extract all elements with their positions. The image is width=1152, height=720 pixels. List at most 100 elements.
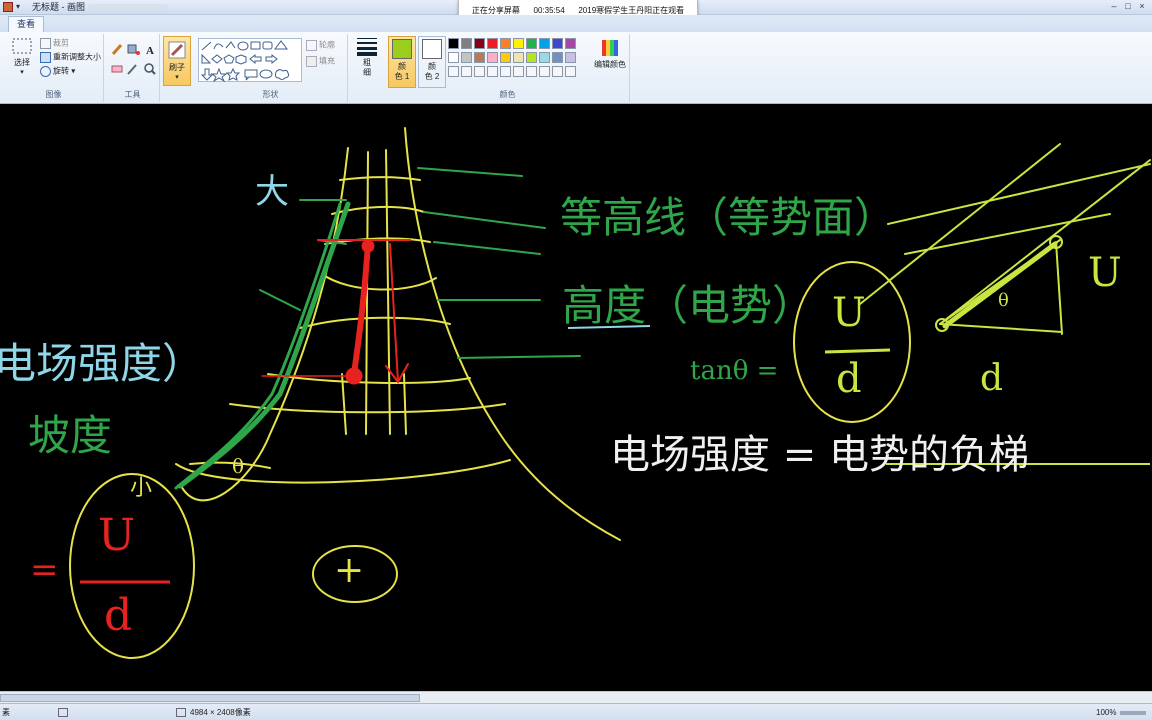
- select-dropdown-icon: ▾: [20, 69, 24, 76]
- resize-button[interactable]: 重新调整大小: [40, 52, 101, 63]
- color1-label-1: 颜: [398, 62, 406, 71]
- color2-swatch: [422, 39, 442, 59]
- note-plus: +: [334, 550, 365, 591]
- quick-access-dropdown-icon[interactable]: ▾: [16, 2, 25, 12]
- size-button[interactable]: 粗 细: [352, 36, 382, 86]
- tools-group-label: 工具: [124, 90, 141, 99]
- palette-empty-swatch[interactable]: [539, 66, 550, 77]
- select-label: 选择: [14, 58, 30, 67]
- shapes-group: 轮廓 填充 形状: [194, 34, 348, 102]
- palette-swatch[interactable]: [526, 52, 537, 63]
- note-small: 小: [130, 476, 153, 501]
- palette-empty-swatch[interactable]: [461, 66, 472, 77]
- ribbon-tab-row: 查看: [0, 15, 1152, 32]
- brushes-label: 刷子: [169, 63, 185, 72]
- note-field-left: 电场强度）: [0, 339, 205, 388]
- magnifier-icon: [144, 63, 156, 75]
- palette-swatch[interactable]: [448, 38, 459, 49]
- palette-swatch[interactable]: [552, 38, 563, 49]
- left-equals: =: [30, 550, 59, 590]
- status-bar: 素 4984 × 2408像素 100%: [0, 703, 1152, 720]
- colors-group: 颜 色 1 颜 色 2 编辑颜色 颜色: [386, 34, 630, 102]
- fill-bucket-icon: [127, 44, 140, 55]
- crop-label: 裁剪: [53, 38, 69, 48]
- brushes-dropdown-icon: ▾: [175, 74, 179, 81]
- selection-size-icon: [58, 708, 68, 717]
- canvas-size-icon: [176, 708, 186, 717]
- palette-swatch[interactable]: [539, 52, 550, 63]
- color2-label-2: 色 2: [424, 72, 440, 81]
- palette-swatch[interactable]: [513, 52, 524, 63]
- close-button[interactable]: ×: [1136, 0, 1148, 12]
- rotate-label: 旋转: [53, 66, 69, 76]
- palette-swatch[interactable]: [500, 38, 511, 49]
- image-group-label: 图像: [45, 90, 62, 99]
- palette-swatch[interactable]: [539, 38, 550, 49]
- color1-label-2: 色 1: [394, 72, 410, 81]
- paint-window: ▾ 无标题 - 画图 – □ × 正在分享屏幕 00:35:54 2019寒假学…: [0, 0, 1152, 720]
- tab-view[interactable]: 查看: [8, 16, 45, 32]
- palette-swatch[interactable]: [474, 52, 485, 63]
- maximize-button[interactable]: □: [1122, 0, 1134, 12]
- image-group: 选择 ▾ 裁剪 重新调整大小 旋转 ▾ 图像: [4, 34, 104, 102]
- palette-swatch[interactable]: [461, 52, 472, 63]
- palette-swatch[interactable]: [500, 52, 511, 63]
- palette-empty-swatch[interactable]: [565, 66, 576, 77]
- palette-empty-swatch[interactable]: [526, 66, 537, 77]
- palette-swatch[interactable]: [513, 38, 524, 49]
- outline-label: 轮廓: [319, 40, 335, 50]
- palette-empty-swatch[interactable]: [513, 66, 524, 77]
- note-big: 大: [255, 172, 289, 212]
- outline-icon: [306, 40, 317, 51]
- palette-empty-swatch[interactable]: [500, 66, 511, 77]
- zoom-slider[interactable]: [1120, 711, 1146, 715]
- note-tan: tanθ =: [690, 356, 779, 386]
- palette-empty-swatch[interactable]: [552, 66, 563, 77]
- crop-button[interactable]: 裁剪: [40, 38, 69, 49]
- color-wheel-icon: [602, 40, 618, 56]
- palette-swatch[interactable]: [552, 52, 563, 63]
- palette-swatch[interactable]: [526, 38, 537, 49]
- left-fraction-denominator: d: [104, 590, 133, 641]
- pencil-icon: [111, 44, 123, 55]
- line-size-icon: [357, 38, 377, 56]
- paint-app-icon[interactable]: [3, 2, 13, 12]
- edit-colors-button[interactable]: 编辑颜色: [592, 38, 628, 70]
- scrollbar-thumb[interactable]: [0, 694, 420, 702]
- note-equipotential: 等高线（等势面）: [560, 193, 897, 242]
- palette-swatch[interactable]: [448, 52, 459, 63]
- tools-group: A 工具: [106, 34, 160, 102]
- drawing-canvas[interactable]: 大 等高线（等势面） 高度（电势） 电场强度） 坡度 小 θ 电场强度 = 电势…: [0, 104, 1152, 691]
- color2-label-1: 颜: [428, 62, 436, 71]
- color1-button[interactable]: 颜 色 1: [388, 36, 416, 88]
- palette-empty-swatch[interactable]: [448, 66, 459, 77]
- palette-swatch[interactable]: [474, 38, 485, 49]
- palette-empty-swatch[interactable]: [487, 66, 498, 77]
- palette-swatch[interactable]: [565, 38, 576, 49]
- brush-icon: [168, 41, 186, 59]
- palette-swatch[interactable]: [487, 38, 498, 49]
- palette-swatch[interactable]: [461, 38, 472, 49]
- select-button[interactable]: 选择 ▾: [8, 38, 36, 78]
- brushes-button[interactable]: 刷子 ▾: [163, 36, 191, 86]
- palette-swatch[interactable]: [565, 52, 576, 63]
- shapes-gallery[interactable]: [198, 38, 302, 83]
- fill-dropdown[interactable]: 填充: [306, 56, 335, 67]
- horizontal-scrollbar[interactable]: [0, 691, 1152, 703]
- palette-swatch[interactable]: [487, 52, 498, 63]
- right-fraction-numerator: U: [832, 290, 866, 336]
- select-icon: [12, 38, 32, 54]
- rotate-button[interactable]: 旋转 ▾: [40, 66, 75, 77]
- note-theta: θ: [232, 454, 245, 478]
- color2-button[interactable]: 颜 色 2: [418, 36, 446, 88]
- zoom-level: 100%: [1096, 708, 1117, 717]
- text-tool-icon: A: [146, 45, 154, 57]
- right-fraction-denominator: d: [836, 356, 862, 402]
- left-fraction-numerator: U: [98, 510, 136, 561]
- outline-dropdown[interactable]: 轮廓: [306, 40, 335, 51]
- ribbon: 选择 ▾ 裁剪 重新调整大小 旋转 ▾ 图像 A 工具 刷子 ▾ 轮廓 填充 形…: [0, 32, 1152, 104]
- equipotential-contours: [175, 127, 621, 541]
- palette-empty-swatch[interactable]: [474, 66, 485, 77]
- minimize-button[interactable]: –: [1108, 0, 1120, 12]
- edit-colors-label: 编辑颜色: [594, 60, 626, 69]
